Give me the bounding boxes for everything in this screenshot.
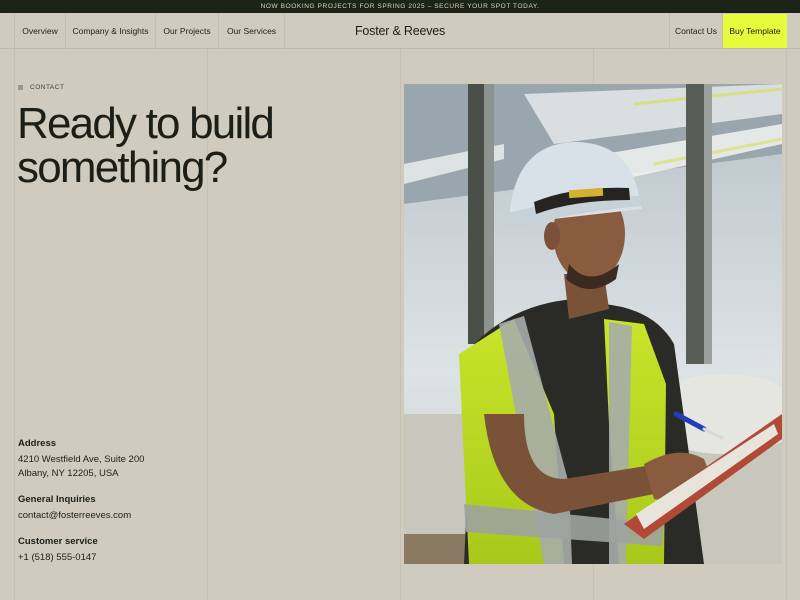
nav-contact-us[interactable]: Contact Us (669, 13, 723, 49)
customer-service-label: Customer service (18, 536, 98, 547)
customer-service-block: Customer service +1 (518) 555-0147 (18, 536, 98, 565)
address-label: Address (18, 438, 57, 449)
page-title: Ready to build something? (17, 102, 357, 190)
address-line-2: Albany, NY 12205, USA (18, 467, 119, 479)
nav-our-services[interactable]: Our Services (219, 13, 285, 49)
address-line-1: 4210 Westfield Ave, Suite 200 (18, 454, 145, 465)
eyebrow-square-icon (18, 85, 23, 90)
announcement-bar: Now booking projects for Spring 2025 – S… (0, 0, 800, 13)
customer-service-phone-link[interactable]: +1 (518) 555-0147 (18, 551, 98, 565)
inquiries-block: General Inquiries contact@fosterreeves.c… (18, 494, 131, 523)
grid-line (14, 49, 15, 600)
section-eyebrow: Contact (18, 84, 64, 91)
inquiries-email-link[interactable]: contact@fosterreeves.com (18, 509, 131, 523)
nav-overview[interactable]: Overview (14, 13, 66, 49)
nav-company-insights[interactable]: Company & Insights (66, 13, 156, 49)
headline-line-2: something? (17, 143, 228, 192)
grid-line (786, 49, 787, 600)
eyebrow-label: Contact (30, 84, 65, 91)
headline-line-1: Ready to build (17, 99, 275, 148)
top-navigation: Overview Company & Insights Our Projects… (0, 13, 800, 49)
brand-logo[interactable]: Foster & Reeves (330, 13, 470, 49)
address-block: Address 4210 Westfield Ave, Suite 200 Al… (18, 438, 144, 480)
inquiries-label: General Inquiries (18, 494, 96, 505)
construction-worker-photo (404, 84, 782, 564)
announcement-text: Now booking projects for Spring 2025 – S… (260, 3, 540, 10)
nav-our-projects[interactable]: Our Projects (156, 13, 219, 49)
buy-template-button[interactable]: Buy Template (723, 14, 787, 48)
grid-line (400, 49, 401, 600)
